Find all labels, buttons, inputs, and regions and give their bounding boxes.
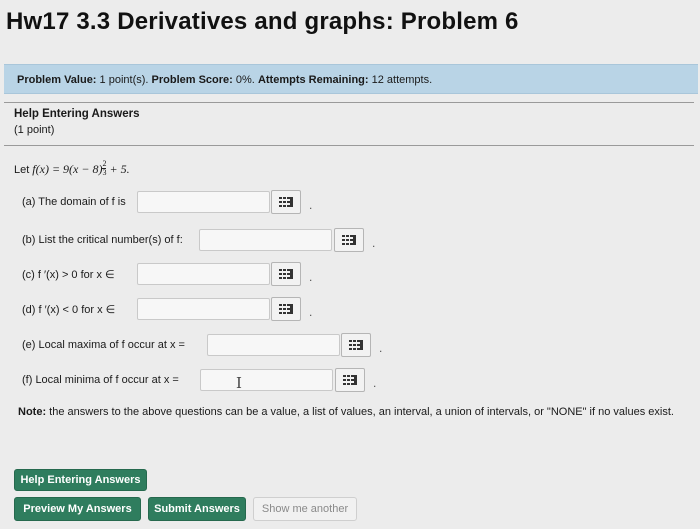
function-exponent: 23 bbox=[102, 159, 107, 177]
question-a-label: (a) The domain of f is bbox=[22, 196, 126, 208]
punctuation-dot: . bbox=[372, 236, 376, 250]
function-tail: + 5. bbox=[109, 162, 130, 176]
palette-button-b[interactable] bbox=[334, 228, 364, 252]
palette-button-f[interactable] bbox=[335, 368, 365, 392]
punctuation-dot: . bbox=[309, 305, 313, 319]
attempts-label: Attempts Remaining: bbox=[257, 74, 369, 86]
equation-palette-icon bbox=[343, 374, 357, 385]
equation-palette-icon bbox=[349, 339, 363, 350]
problem-score-label: Problem Score: bbox=[151, 74, 233, 86]
answer-c-input[interactable] bbox=[137, 263, 270, 285]
punctuation-dot: . bbox=[309, 198, 313, 212]
let-label: Let bbox=[14, 164, 30, 176]
attempts-remaining: 12 attempts. bbox=[371, 74, 433, 86]
function-definition: f(x) = 9(x − 8) bbox=[32, 162, 103, 176]
help-entering-answers-button[interactable]: Help Entering Answers bbox=[14, 469, 147, 491]
problem-info-bar: Problem Value: 1 point(s). Problem Score… bbox=[4, 64, 698, 94]
question-e-label: (e) Local maxima of f occur at x = bbox=[22, 339, 185, 351]
text-cursor-icon: I bbox=[236, 374, 242, 392]
divider-top bbox=[4, 102, 694, 103]
help-entering-answers-heading: Help Entering Answers bbox=[14, 108, 140, 120]
problem-value: 1 point(s). bbox=[99, 74, 149, 86]
answer-a-input[interactable] bbox=[137, 191, 270, 213]
question-c-label: (c) f ′(x) > 0 for x ∈ bbox=[22, 269, 115, 281]
question-d-label: (d) f ′(x) < 0 for x ∈ bbox=[22, 304, 116, 316]
preview-answers-button[interactable]: Preview My Answers bbox=[14, 497, 141, 521]
problem-value-label: Problem Value: bbox=[17, 74, 97, 86]
answer-f-input[interactable] bbox=[200, 369, 333, 391]
palette-button-e[interactable] bbox=[341, 333, 371, 357]
show-me-another-button[interactable]: Show me another bbox=[253, 497, 357, 521]
problem-points: (1 point) bbox=[14, 124, 55, 136]
palette-button-a[interactable] bbox=[271, 190, 301, 214]
question-f-label: (f) Local minima of f occur at x = bbox=[22, 374, 179, 386]
question-b-label: (b) List the critical number(s) of f: bbox=[22, 234, 183, 246]
answer-b-input[interactable] bbox=[199, 229, 332, 251]
equation-palette-icon bbox=[342, 234, 356, 245]
answer-format-note: Note: the answers to the above questions… bbox=[18, 405, 678, 420]
problem-statement: Let f(x) = 9(x − 8) 2 3 + 5. bbox=[14, 160, 130, 177]
punctuation-dot: . bbox=[309, 270, 313, 284]
answer-d-input[interactable] bbox=[137, 298, 270, 320]
problem-score: 0%. bbox=[235, 74, 255, 86]
answer-e-input[interactable] bbox=[207, 334, 340, 356]
punctuation-dot: . bbox=[379, 341, 383, 355]
palette-button-d[interactable] bbox=[271, 297, 301, 321]
equation-palette-icon bbox=[279, 196, 293, 207]
note-text: the answers to the above questions can b… bbox=[49, 406, 674, 418]
divider-bottom bbox=[4, 145, 694, 146]
punctuation-dot: . bbox=[373, 376, 377, 390]
page-title: Hw17 3.3 Derivatives and graphs: Problem… bbox=[6, 8, 519, 35]
note-label: Note: bbox=[18, 406, 47, 418]
palette-button-c[interactable] bbox=[271, 262, 301, 286]
equation-palette-icon bbox=[279, 303, 293, 314]
submit-answers-button[interactable]: Submit Answers bbox=[148, 497, 246, 521]
equation-palette-icon bbox=[279, 268, 293, 279]
